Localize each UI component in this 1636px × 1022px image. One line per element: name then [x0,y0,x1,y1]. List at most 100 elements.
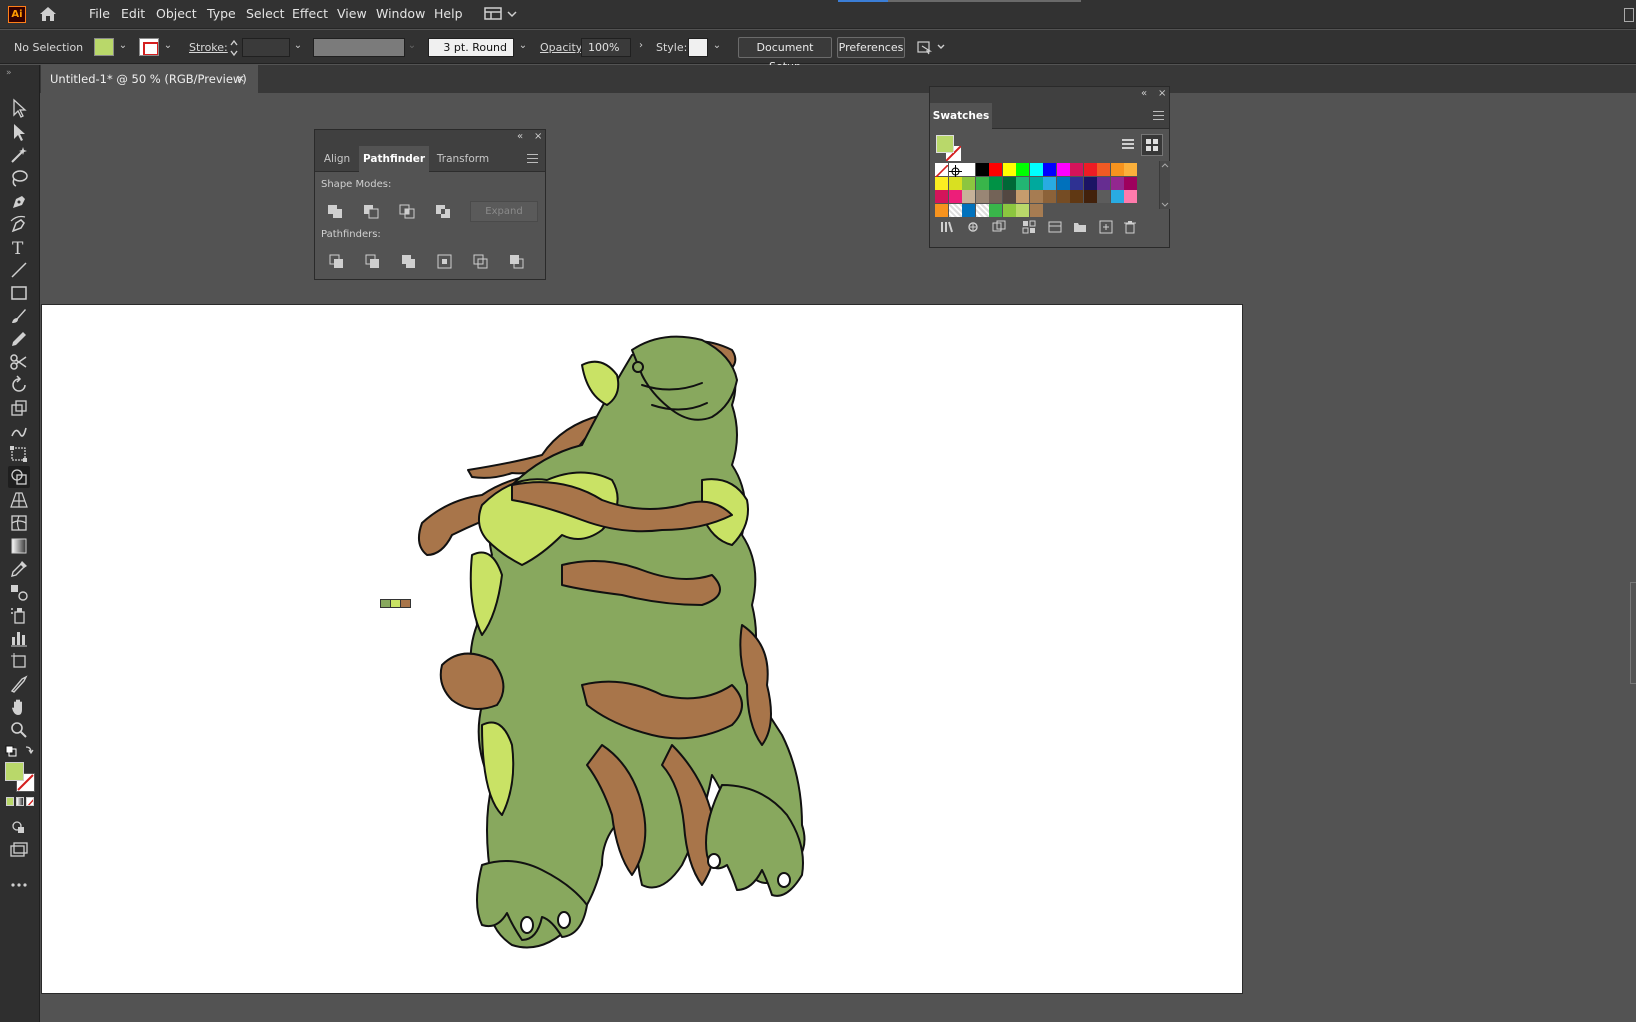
style-dropdown-icon[interactable]: ⌄ [710,40,724,54]
menu-window[interactable]: Window [376,6,425,21]
swatches-menu-icon[interactable] [1153,111,1164,120]
draw-mode-icon[interactable] [8,816,30,838]
gradient-mode-icon[interactable] [16,797,24,806]
swatch-item[interactable] [1016,190,1029,203]
swatch-item[interactable] [1097,163,1110,176]
new-color-group-icon[interactable] [1048,220,1062,234]
stroke-label[interactable]: Stroke: [189,41,228,54]
delete-swatch-icon[interactable] [1123,220,1137,234]
trim-icon[interactable] [362,251,384,271]
swatch-item[interactable] [1056,190,1070,203]
swatch-item[interactable] [1083,190,1097,203]
expand-button[interactable]: Expand [470,201,538,222]
rectangle-tool-icon[interactable] [8,282,30,304]
swatch-item[interactable] [948,190,962,203]
swatch-item[interactable] [975,190,989,203]
menu-effect[interactable]: Effect [292,6,328,21]
opacity-input[interactable]: 100% [581,38,631,57]
mesh-tool-icon[interactable] [8,512,30,534]
merge-icon[interactable] [398,251,420,271]
intersect-icon[interactable] [396,201,418,221]
menu-help[interactable]: Help [434,6,463,21]
tab-pathfinder[interactable]: Pathfinder [359,146,429,172]
swatch-item[interactable] [989,203,1002,217]
brush-definition[interactable]: 3 pt. Round [428,38,514,57]
swatch-item[interactable] [1083,176,1097,190]
symbol-sprayer-tool-icon[interactable] [8,604,30,626]
stroke-color-swatch[interactable] [139,38,159,56]
swatch-item[interactable] [1110,163,1124,176]
opacity-label[interactable]: Opacity: [540,41,585,54]
swatch-item[interactable] [989,190,1002,203]
grid-view-button[interactable] [1141,134,1163,156]
screen-mode-icon[interactable] [8,839,30,861]
swatch-item[interactable] [975,176,989,190]
opacity-expand-icon[interactable]: › [634,40,648,54]
swatch-item[interactable] [1124,190,1137,203]
swatches-panel-header[interactable]: « × [930,87,1169,103]
outline-icon[interactable] [470,251,492,271]
swatch-item[interactable] [1016,203,1029,217]
panel-header[interactable]: « × [315,130,545,146]
swatch-item[interactable] [934,163,949,179]
swatch-item[interactable] [1043,163,1056,176]
swatch-fill-indicator[interactable] [936,135,954,153]
warp-tool-icon[interactable] [8,420,30,442]
pencil-tool-icon[interactable] [8,328,30,350]
swatch-item[interactable] [1070,163,1083,176]
arrange-documents-icon[interactable] [916,39,950,55]
swatch-item[interactable] [1083,163,1097,176]
type-tool-icon[interactable]: T [8,236,30,259]
swatch-item[interactable] [962,190,975,203]
magic-wand-tool-icon[interactable] [8,144,30,166]
swatch-fill-stroke-indicator[interactable] [936,135,964,163]
swatch-item[interactable] [1002,190,1016,203]
swatch-item[interactable] [962,176,975,190]
gradient-tool-icon[interactable] [8,535,30,557]
window-control-icon[interactable] [1624,8,1634,22]
swatch-item[interactable] [1029,163,1043,176]
swatch-item[interactable] [1029,203,1043,217]
scale-tool-icon[interactable] [8,397,30,419]
profile-dropdown-icon[interactable]: ⌄ [405,40,419,54]
swatch-options-icon[interactable] [1022,220,1036,234]
column-graph-tool-icon[interactable] [8,627,30,649]
default-colors-swap[interactable] [5,743,35,759]
swatch-item[interactable] [948,163,962,178]
workspace-switcher-icon[interactable] [484,6,520,22]
collapsed-panel-tab[interactable] [1630,582,1636,684]
stroke-weight-dropdown-icon[interactable]: ⌄ [291,40,305,54]
exclude-icon[interactable] [432,201,454,221]
swatch-item[interactable] [1002,163,1016,176]
none-mode-icon[interactable] [26,797,34,806]
swatch-item[interactable] [1124,176,1137,190]
color-mode-buttons[interactable] [5,797,35,807]
fill-dropdown-icon[interactable]: ⌄ [116,40,130,54]
stroke-dropdown-icon[interactable]: ⌄ [161,40,175,54]
swatch-item[interactable] [962,163,975,176]
menu-type[interactable]: Type [207,6,236,21]
minus-back-icon[interactable] [506,251,528,271]
swatch-item[interactable] [1070,190,1083,203]
swatch-item[interactable] [935,190,948,203]
rotate-tool-icon[interactable] [8,374,30,396]
swatch-item[interactable] [975,163,989,176]
swatch-item[interactable] [989,176,1002,190]
crop-icon[interactable] [434,251,456,271]
swatch-item[interactable] [989,163,1002,176]
swatch-item[interactable] [935,203,948,217]
graphic-style-swatch[interactable] [688,38,708,57]
fill-color-swatch[interactable] [94,38,114,56]
eyedropper-tool-icon[interactable] [8,558,30,580]
swatch-item[interactable] [962,203,975,217]
swatch-item[interactable] [1110,190,1124,203]
close-panel-icon[interactable]: × [534,131,542,142]
tab-transform[interactable]: Transform [429,146,497,172]
swatch-item[interactable] [1043,190,1056,203]
hand-tool-icon[interactable] [8,696,30,718]
artboard[interactable] [41,304,1243,994]
collapse-swatches-icon[interactable]: « [1141,88,1147,99]
slice-tool-icon[interactable] [8,673,30,695]
divide-icon[interactable] [326,251,348,271]
edit-toolbar-icon[interactable] [8,874,30,896]
